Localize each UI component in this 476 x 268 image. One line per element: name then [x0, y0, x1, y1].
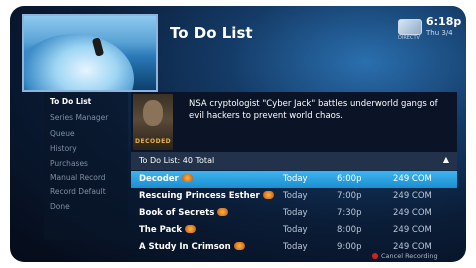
- cancel-recording-legend: Cancel Recording: [372, 252, 438, 260]
- record-icon: [262, 191, 274, 199]
- row-time: 7:00p: [337, 191, 362, 201]
- sidebar-item-history[interactable]: History: [50, 144, 77, 153]
- sidebar-item-to-do-list[interactable]: To Do List: [50, 97, 91, 106]
- record-icon: [181, 174, 193, 182]
- row-time: 9:00p: [337, 242, 362, 252]
- directv-logo-icon: [398, 19, 422, 35]
- program-info-panel: DECODED NSA cryptologist "Cyber Jack" ba…: [131, 92, 457, 152]
- program-description: NSA cryptologist "Cyber Jack" battles un…: [189, 99, 438, 121]
- row-day: Today: [283, 242, 308, 252]
- tv-screen: To Do List DIRECTV 6:18p Thu 3/4 To Do L…: [10, 6, 466, 262]
- row-day: Today: [283, 191, 308, 201]
- row-title: Rescuing Princess Esther: [139, 191, 260, 201]
- sidebar-menu: To Do List Series Manager Queue History …: [44, 92, 128, 240]
- todo-row[interactable]: Decoder Today 6:00p 249 COM: [131, 171, 457, 188]
- program-poster: DECODED: [133, 94, 173, 150]
- sidebar-item-purchases[interactable]: Purchases: [50, 159, 88, 168]
- clock-time: 6:18p: [426, 15, 462, 28]
- poster-face-image: [143, 100, 163, 126]
- row-time: 8:00p: [337, 225, 362, 235]
- row-time: 7:30p: [337, 208, 362, 218]
- row-channel: 249 COM: [393, 242, 432, 252]
- record-icon: [217, 208, 229, 216]
- sidebar-item-queue[interactable]: Queue: [50, 129, 75, 138]
- sidebar-item-done[interactable]: Done: [50, 202, 70, 211]
- red-button-icon: [372, 253, 378, 259]
- record-icon: [185, 225, 197, 233]
- row-title: Book of Secrets: [139, 208, 215, 218]
- sidebar-item-series-manager[interactable]: Series Manager: [50, 113, 108, 122]
- row-title: The Pack: [139, 225, 183, 235]
- row-title: A Study In Crimson: [139, 242, 231, 252]
- row-day: Today: [283, 225, 308, 235]
- row-title: Decoder: [139, 174, 179, 184]
- scroll-up-arrow-icon[interactable]: ▲: [443, 155, 449, 164]
- todo-row[interactable]: Rescuing Princess Esther Today 7:00p 249…: [131, 188, 457, 205]
- page-title: To Do List: [170, 24, 253, 42]
- sidebar-item-record-default[interactable]: Record Default: [50, 187, 106, 196]
- sidebar-item-manual-record[interactable]: Manual Record: [50, 173, 106, 182]
- wave-image: [24, 34, 134, 90]
- clock-date: Thu 3/4: [426, 29, 453, 37]
- brand-label: DIRECTV: [398, 35, 420, 41]
- row-day: Today: [283, 174, 308, 184]
- row-channel: 249 COM: [393, 208, 432, 218]
- row-channel: 249 COM: [393, 225, 432, 235]
- todo-row[interactable]: The Pack Today 8:00p 249 COM: [131, 222, 457, 239]
- list-header: To Do List: 40 Total ▲: [131, 152, 457, 170]
- list-total-label: To Do List: 40 Total: [139, 156, 215, 165]
- live-tv-thumbnail: [22, 14, 158, 92]
- poster-title: DECODED: [135, 138, 172, 145]
- row-time: 6:00p: [337, 174, 362, 184]
- todo-row[interactable]: Book of Secrets Today 7:30p 249 COM: [131, 205, 457, 222]
- row-channel: 249 COM: [393, 191, 432, 201]
- row-channel: 249 COM: [393, 174, 432, 184]
- row-day: Today: [283, 208, 308, 218]
- record-icon: [233, 242, 245, 250]
- legend-label: Cancel Recording: [381, 252, 438, 260]
